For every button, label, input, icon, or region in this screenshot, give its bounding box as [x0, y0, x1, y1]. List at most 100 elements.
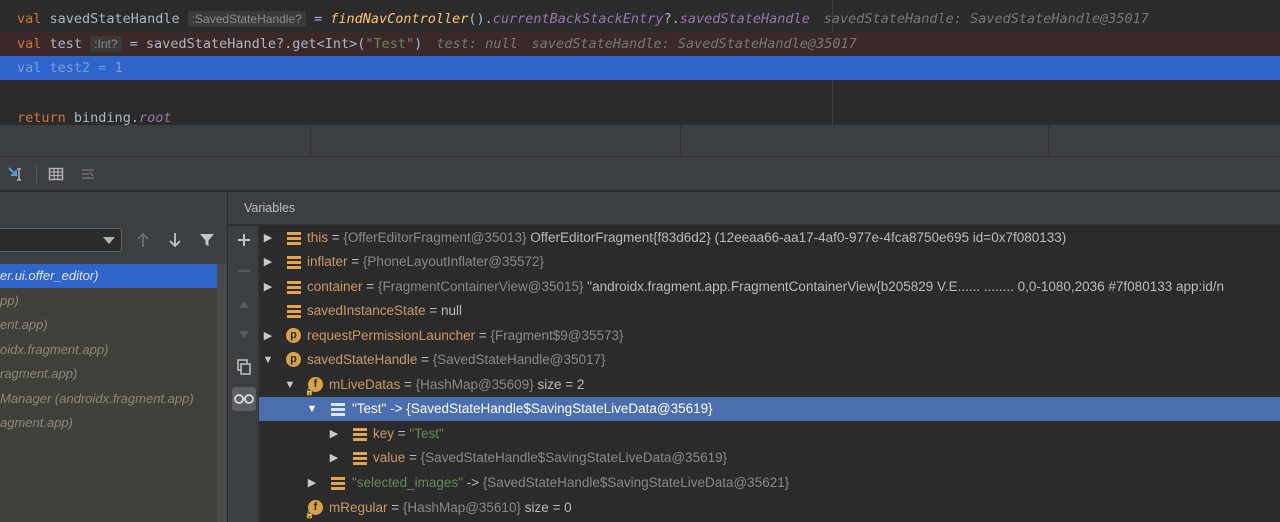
- expand-arrow-icon[interactable]: ▶: [262, 275, 274, 299]
- type-hint: :SavedStateHandle?: [187, 11, 306, 27]
- tab-divider: [310, 125, 311, 157]
- variable-separator: =: [400, 377, 416, 392]
- expand-arrow-icon[interactable]: ▶: [262, 324, 274, 348]
- expand-arrow-icon[interactable]: ▶: [328, 446, 340, 470]
- variable-reference: {SavedStateHandle$SavingStateLiveData@35…: [406, 401, 713, 416]
- inline-debug-value: savedStateHandle: SavedStateHandle@35017: [823, 11, 1149, 27]
- variables-tree[interactable]: ▶ this = {OfferEditorFragment@35013} Off…: [259, 226, 1280, 522]
- variable-reference: {SavedStateHandle$SavingStateLiveData@35…: [420, 450, 728, 465]
- variable-row[interactable]: ▶ p requestPermissionLauncher = {Fragmen…: [259, 324, 1280, 348]
- variable-row[interactable]: ▶ key = "Test": [259, 422, 1280, 446]
- variable-row[interactable]: ▼ p savedStateHandle = {SavedStateHandle…: [259, 348, 1280, 372]
- arrow-down-icon[interactable]: [168, 232, 182, 252]
- variable-row[interactable]: ▶ "selected_images" -> {SavedStateHandle…: [259, 471, 1280, 495]
- frame-item[interactable]: Manager (androidx.fragment.app): [0, 387, 217, 411]
- variable-value: null: [440, 303, 462, 318]
- field-icon: [287, 256, 301, 269]
- filter-icon[interactable]: [199, 232, 215, 252]
- show-watches-toggle-icon[interactable]: [232, 387, 256, 411]
- frames-list[interactable]: er.ui.offer_editor) pp) ent.app) oidx.fr…: [0, 264, 217, 522]
- toolbar-divider: [36, 165, 37, 183]
- execution-point-line[interactable]: val test2 = 1: [0, 56, 1280, 80]
- variable-name: inflater: [307, 254, 348, 269]
- frame-item[interactable]: ent.app): [0, 313, 217, 337]
- punctuation: ?.: [663, 11, 680, 27]
- tab-divider: [1048, 125, 1049, 157]
- step-out-cursor-icon[interactable]: [6, 164, 26, 184]
- variable-reference: {SavedStateHandle$SavingStateLiveData@35…: [482, 475, 790, 490]
- code-line[interactable]: val savedStateHandle :SavedStateHandle? …: [0, 7, 1280, 31]
- private-field-icon: f 🔒: [305, 500, 323, 519]
- variable-value: size = 2: [533, 377, 585, 392]
- code-text: = savedStateHandle?.get<Int>(: [121, 36, 366, 52]
- frame-item[interactable]: agment.app): [0, 411, 217, 435]
- variable-separator: =: [394, 426, 410, 441]
- variable-row[interactable]: ▶ value = {SavedStateHandle$SavingStateL…: [259, 446, 1280, 470]
- code-editor[interactable]: val savedStateHandle :SavedStateHandle? …: [0, 0, 1280, 125]
- variable-separator: =: [425, 303, 441, 318]
- frame-item[interactable]: pp): [0, 289, 217, 313]
- variable-name: this: [307, 230, 329, 245]
- variable-separator: =: [475, 328, 491, 343]
- arrow-up-icon[interactable]: [136, 232, 150, 252]
- variable-value: "Test": [409, 426, 444, 441]
- evaluate-table-icon[interactable]: [46, 164, 66, 184]
- variable-separator: =: [362, 279, 378, 294]
- frame-item[interactable]: oidx.fragment.app): [0, 338, 217, 362]
- property: currentBackStackEntry: [492, 11, 664, 27]
- variable-separator: =: [328, 230, 344, 245]
- variable-row[interactable]: f 🔒 mRegular = {HashMap@35610} size = 0: [259, 496, 1280, 520]
- frames-scrollbar[interactable]: [217, 264, 227, 522]
- operator: =: [90, 60, 115, 76]
- add-watch-button[interactable]: [232, 228, 256, 252]
- frame-item[interactable]: er.ui.offer_editor): [0, 264, 217, 288]
- property-icon: p: [286, 352, 301, 367]
- variable-row[interactable]: ▼ f 🔒 mLiveDatas = {HashMap@35609} size =…: [259, 373, 1280, 397]
- punctuation: ): [414, 36, 423, 52]
- remove-watch-button[interactable]: [232, 259, 256, 283]
- variable-reference: {Fragment$9@35573}: [490, 328, 624, 343]
- move-up-button[interactable]: [232, 292, 256, 316]
- expand-arrow-icon[interactable]: ▶: [262, 250, 274, 274]
- variable-name: "Test": [352, 401, 387, 416]
- variable-row-selected[interactable]: ▼ "Test" -> {SavedStateHandle$SavingStat…: [259, 397, 1280, 421]
- collapse-arrow-icon[interactable]: ▼: [284, 373, 296, 397]
- lock-icon: 🔒: [305, 512, 314, 519]
- variables-side-toolbar: [228, 226, 259, 522]
- map-entry-icon: [331, 477, 345, 490]
- function-call: findNavController: [330, 11, 469, 27]
- variable-row[interactable]: savedInstanceState = null: [259, 299, 1280, 323]
- map-entry-icon: [331, 403, 345, 416]
- inline-debug-value: savedStateHandle: SavedStateHandle@35017: [531, 36, 857, 52]
- variable-row[interactable]: ▶ this = {OfferEditorFragment@35013} Off…: [259, 226, 1280, 250]
- field-icon: [287, 232, 301, 245]
- variable-row[interactable]: ▶ inflater = {PhoneLayoutInflater@35572}: [259, 250, 1280, 274]
- tab-divider: [680, 125, 681, 157]
- collapse-arrow-icon[interactable]: ▼: [262, 348, 274, 372]
- expand-arrow-icon[interactable]: ▶: [262, 226, 274, 250]
- string-literal: "Test": [365, 36, 415, 52]
- keyword: val: [17, 60, 42, 76]
- chevron-down-icon: [103, 237, 115, 244]
- variable-reference: {FragmentContainerView@35015}: [377, 279, 584, 294]
- collapse-arrow-icon[interactable]: ▼: [306, 397, 318, 421]
- variable-reference: {OfferEditorFragment@35013}: [343, 230, 527, 245]
- frame-item[interactable]: ragment.app): [0, 362, 217, 386]
- expand-arrow-icon[interactable]: ▶: [306, 471, 318, 495]
- variable-name: requestPermissionLauncher: [307, 328, 476, 343]
- variable-separator: =: [387, 500, 403, 515]
- move-down-button[interactable]: [232, 323, 256, 347]
- code-line[interactable]: val test :Int? = savedStateHandle?.get<I…: [0, 32, 1280, 56]
- field-icon: [287, 281, 301, 294]
- trace-stream-icon[interactable]: [78, 164, 98, 184]
- variable-separator: ->: [462, 475, 483, 490]
- thread-selector-dropdown[interactable]: [0, 228, 122, 252]
- debug-toolbar: [0, 157, 1280, 191]
- variable-reference: {PhoneLayoutInflater@35572}: [362, 254, 545, 269]
- copy-icon[interactable]: [232, 355, 256, 379]
- property: root: [138, 110, 172, 125]
- variable-row[interactable]: ▶ container = {FragmentContainerView@350…: [259, 275, 1280, 299]
- variable-value: size = 0: [520, 500, 572, 515]
- expand-arrow-icon[interactable]: ▶: [328, 422, 340, 446]
- code-line[interactable]: return binding.root: [0, 106, 1280, 125]
